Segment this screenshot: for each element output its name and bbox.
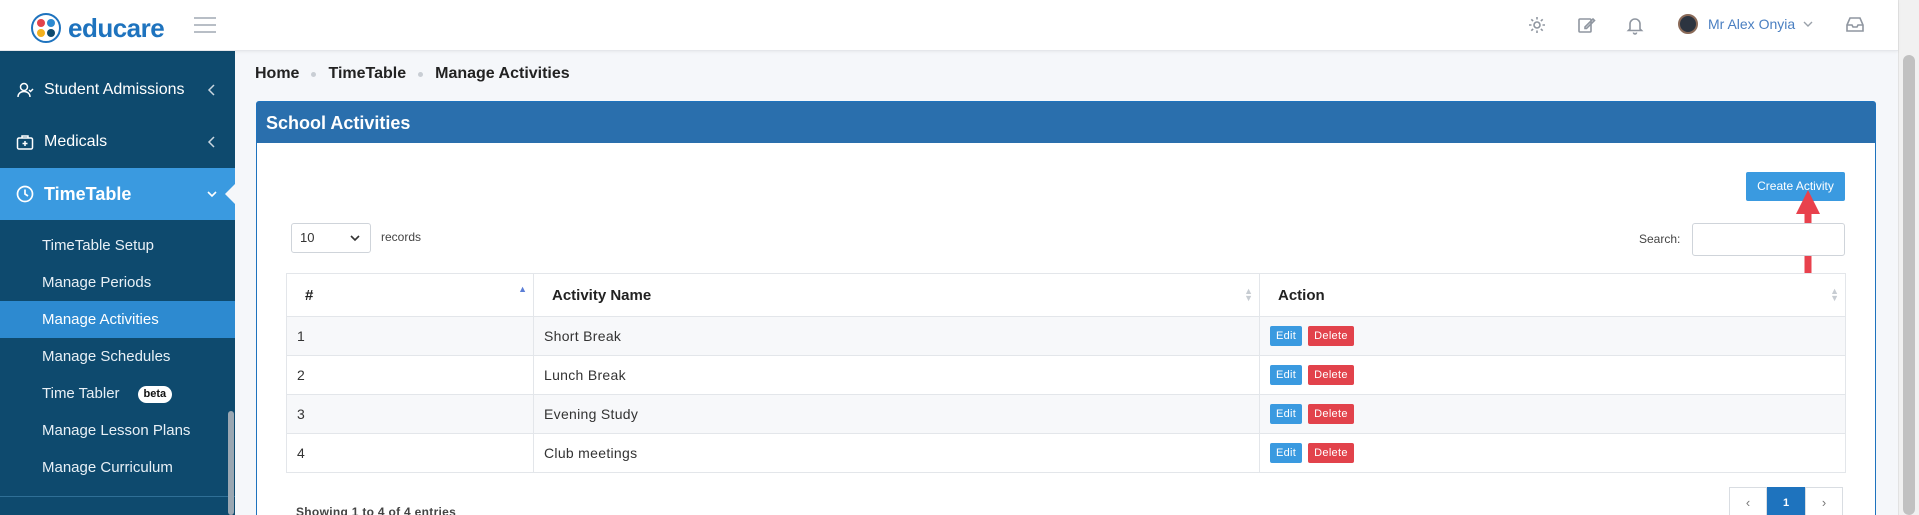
activity-name: Club meetings — [533, 433, 1260, 473]
clock-icon — [16, 185, 34, 203]
table-row: 2 Lunch Break Edit Delete — [286, 355, 1846, 395]
row-actions: Edit Delete — [1259, 394, 1846, 434]
sidebar-item-student-admissions[interactable]: Student Admissions — [0, 64, 235, 116]
user-admission-icon — [17, 82, 34, 98]
edit-button[interactable]: Edit — [1270, 326, 1303, 346]
table-row: 4 Club meetings Edit Delete — [286, 433, 1846, 473]
row-actions: Edit Delete — [1259, 355, 1846, 395]
row-number: 1 — [286, 316, 534, 356]
activity-name: Lunch Break — [533, 355, 1260, 395]
sidebar: Student Admissions Medicals TimeTable Ti… — [0, 51, 235, 515]
breadcrumb: Home TimeTable Manage Activities — [255, 65, 570, 83]
sidebar-item-label: Student Admissions — [44, 81, 185, 98]
school-activities-panel: School Activities Create Activity 10 rec… — [256, 101, 1876, 515]
menu-toggle-icon[interactable] — [194, 17, 216, 33]
table-row: 1 Short Break Edit Delete — [286, 316, 1846, 356]
chevron-down-icon — [207, 191, 217, 198]
sidebar-item-timetable[interactable]: TimeTable — [0, 168, 235, 220]
briefcase-medical-icon — [16, 135, 34, 150]
edit-button[interactable]: Edit — [1270, 404, 1303, 424]
row-number: 3 — [286, 394, 534, 434]
edit-button[interactable]: Edit — [1270, 365, 1303, 385]
chevron-down-icon — [350, 235, 360, 242]
breadcrumb-separator — [418, 71, 424, 77]
inbox-icon[interactable] — [1845, 15, 1867, 37]
pagination-page[interactable]: 1 — [1767, 487, 1805, 515]
user-name: Mr Alex Onyia — [1708, 16, 1796, 32]
logo-text: educare — [68, 12, 165, 43]
sidebar-divider — [0, 496, 235, 497]
sidebar-subitem-manage-schedules[interactable]: Manage Schedules — [0, 338, 235, 375]
chevron-left-icon — [207, 84, 215, 96]
bell-icon[interactable] — [1625, 15, 1647, 37]
delete-button[interactable]: Delete — [1308, 443, 1354, 463]
column-header-number[interactable]: # ▲ — [286, 273, 534, 317]
activity-name: Short Break — [533, 316, 1260, 356]
panel-title: School Activities — [257, 102, 1875, 143]
row-number: 2 — [286, 355, 534, 395]
user-menu[interactable]: Mr Alex Onyia — [1678, 14, 1813, 34]
sidebar-subitem-manage-activities[interactable]: Manage Activities — [0, 301, 235, 338]
logo[interactable]: educare — [30, 12, 165, 44]
sidebar-subitem-manage-lesson-plans[interactable]: Manage Lesson Plans — [0, 412, 235, 449]
table-info: Showing 1 to 4 of 4 entries — [296, 505, 457, 515]
records-label: records — [381, 230, 422, 244]
breadcrumb-home[interactable]: Home — [255, 65, 299, 83]
table-header-row: # ▲ Activity Name ▲ ▼ Action ▲ ▼ — [286, 273, 1846, 317]
sidebar-item-label: TimeTable — [44, 183, 132, 204]
gear-icon[interactable] — [1527, 15, 1549, 37]
column-header-action[interactable]: Action ▲ ▼ — [1259, 273, 1846, 317]
sort-ascending-icon: ▲ — [518, 284, 527, 294]
activity-name: Evening Study — [533, 394, 1260, 434]
sidebar-subitem-manage-periods[interactable]: Manage Periods — [0, 264, 235, 301]
sidebar-scrollbar-thumb[interactable] — [228, 411, 234, 515]
chevron-down-icon — [1803, 21, 1813, 27]
sidebar-subitem-manage-curriculum[interactable]: Manage Curriculum — [0, 449, 235, 486]
breadcrumb-separator — [311, 71, 317, 77]
delete-button[interactable]: Delete — [1308, 326, 1354, 346]
breadcrumb-timetable[interactable]: TimeTable — [328, 65, 406, 83]
pagination-next[interactable]: › — [1805, 487, 1843, 515]
records-length-value: 10 — [300, 230, 315, 245]
pagination: ‹ 1 › — [1729, 487, 1843, 515]
sort-icon: ▲ ▼ — [1830, 286, 1839, 303]
logo-icon — [30, 12, 62, 44]
search-label: Search: — [1639, 232, 1681, 246]
row-number: 4 — [286, 433, 534, 473]
row-actions: Edit Delete — [1259, 433, 1846, 473]
search-input[interactable] — [1692, 223, 1845, 256]
records-length-select[interactable]: 10 — [291, 223, 371, 253]
page-scrollbar-thumb[interactable] — [1903, 55, 1915, 515]
column-header-activity-name[interactable]: Activity Name ▲ ▼ — [533, 273, 1260, 317]
edit-icon[interactable] — [1576, 15, 1598, 37]
sidebar-item-label: Medicals — [44, 133, 108, 150]
delete-button[interactable]: Delete — [1308, 404, 1354, 424]
top-header: educare Mr Alex Onyia — [0, 0, 1898, 51]
row-actions: Edit Delete — [1259, 316, 1846, 356]
page-scrollbar[interactable] — [1898, 0, 1919, 515]
sidebar-subitem-label: Time Tabler — [42, 385, 120, 402]
sort-icon: ▲ ▼ — [1244, 286, 1253, 303]
sidebar-subitem-timetable-setup[interactable]: TimeTable Setup — [0, 227, 235, 264]
sidebar-item-medicals[interactable]: Medicals — [0, 116, 235, 168]
delete-button[interactable]: Delete — [1308, 365, 1354, 385]
breadcrumb-current-page: Manage Activities — [435, 65, 570, 82]
sidebar-subitem-time-tabler[interactable]: Time Tabler beta — [0, 375, 235, 412]
pagination-previous[interactable]: ‹ — [1729, 487, 1767, 515]
table-row: 3 Evening Study Edit Delete — [286, 394, 1846, 434]
edit-button[interactable]: Edit — [1270, 443, 1303, 463]
beta-badge: beta — [137, 385, 173, 403]
activities-table: # ▲ Activity Name ▲ ▼ Action ▲ ▼ 1 Short B… — [286, 273, 1846, 473]
chevron-left-icon — [207, 136, 215, 148]
avatar — [1678, 14, 1698, 34]
